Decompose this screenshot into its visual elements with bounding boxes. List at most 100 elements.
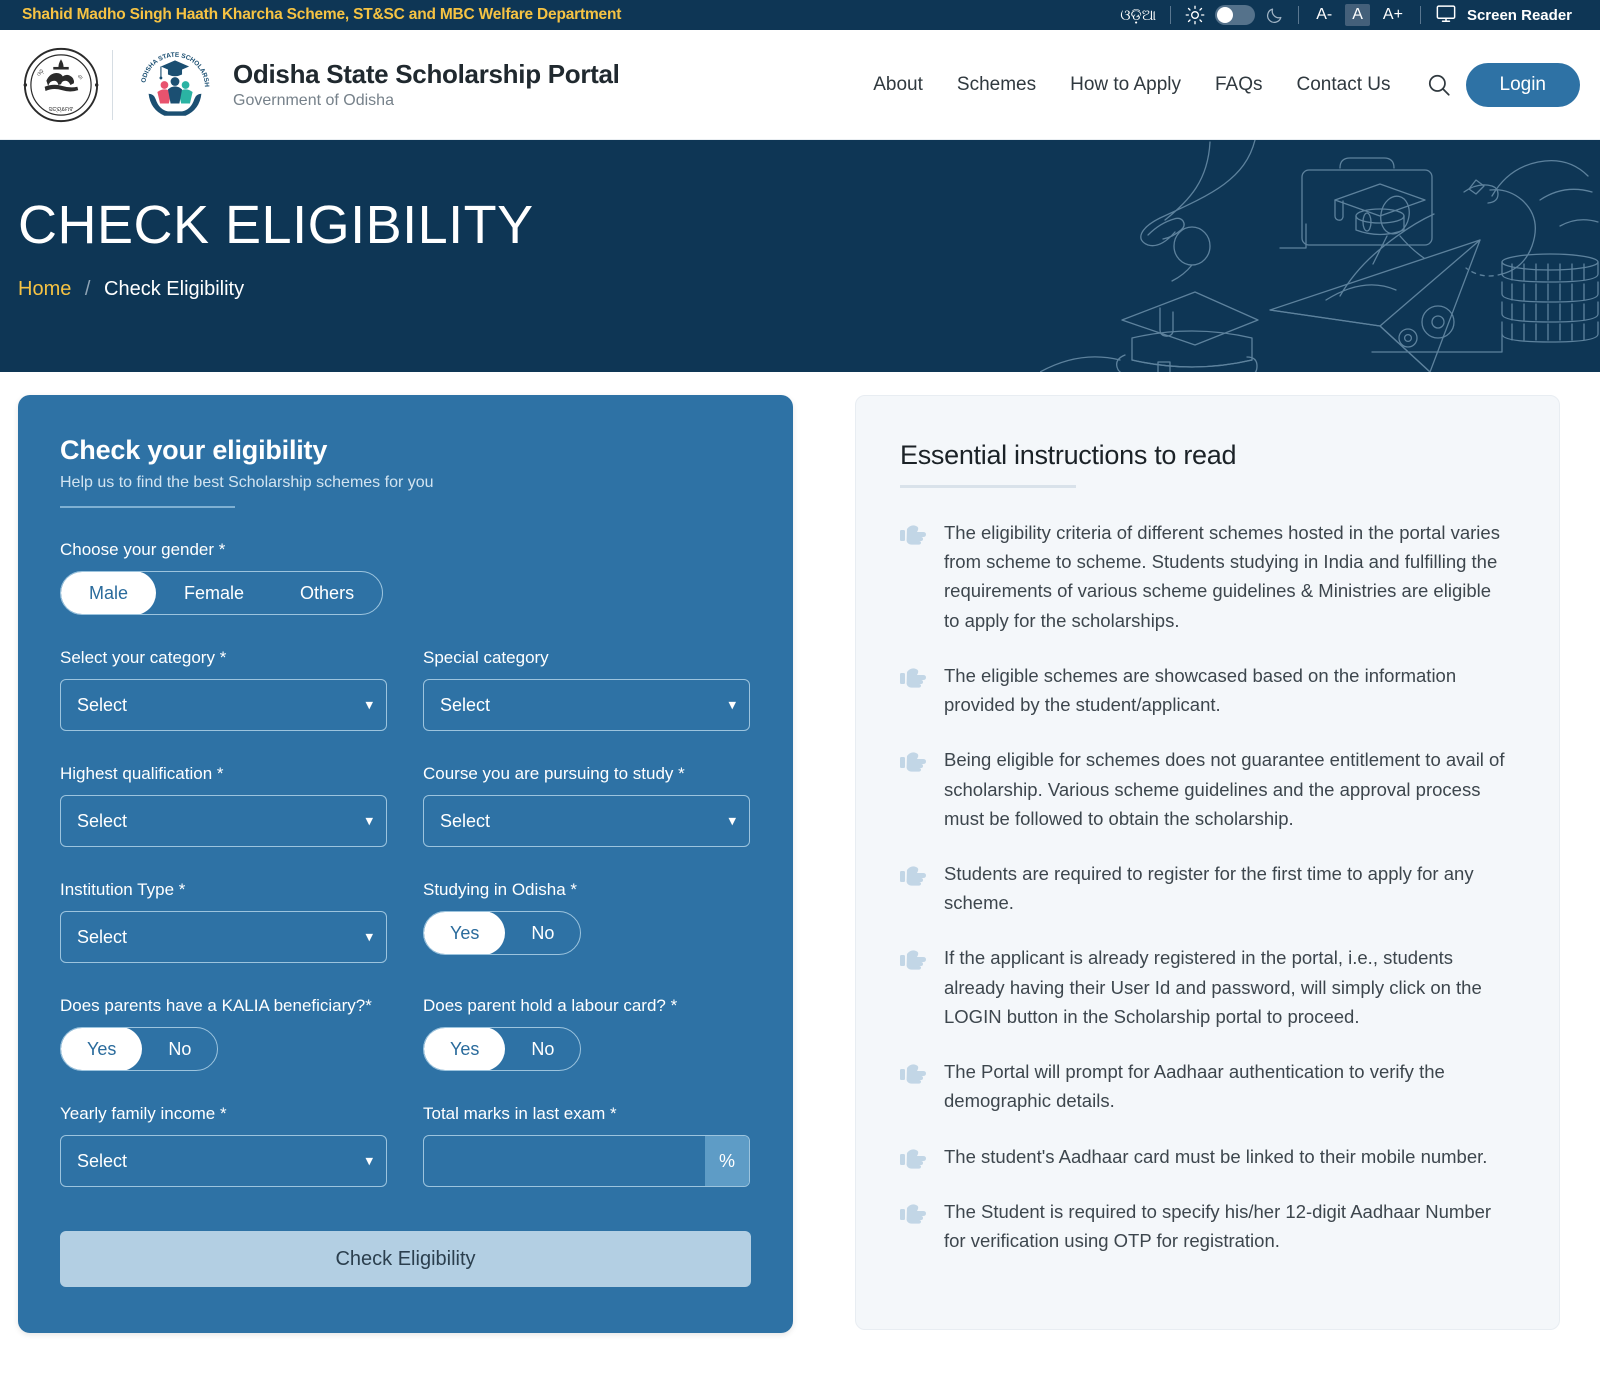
- svg-text:ଓଡ଼ି: ଓଡ଼ି: [35, 67, 45, 77]
- portal-title: Odisha State Scholarship Portal: [233, 59, 620, 89]
- theme-switcher[interactable]: [1171, 5, 1298, 25]
- breadcrumb-home-link[interactable]: Home: [18, 278, 71, 300]
- brand-text: Odisha State Scholarship Portal Governme…: [233, 59, 620, 110]
- studying-in-odisha-option-no[interactable]: No: [505, 912, 580, 954]
- brand-block[interactable]: ସତ୍ୟମେବ ଓଡ଼ି ଶା ODISHA STATE SCHOLARSHIP…: [18, 36, 620, 129]
- form-heading: Check your eligibility: [60, 435, 328, 465]
- special-category-field: Special category Select ▾: [423, 648, 750, 731]
- labour-card-option-yes[interactable]: Yes: [424, 1028, 506, 1070]
- kalia-label: Does parents have a KALIA beneficiary?*: [60, 996, 372, 1015]
- utility-topbar: Shahid Madho Singh Haath Kharcha Scheme,…: [0, 0, 1600, 30]
- screen-reader-link[interactable]: Screen Reader: [1421, 4, 1586, 27]
- list-item: The eligible schemes are showcased based…: [900, 661, 1511, 719]
- list-item: If the applicant is already registered i…: [900, 943, 1511, 1031]
- instruction-text: The eligible schemes are showcased based…: [944, 664, 1457, 716]
- course-select-wrap: Select ▾: [423, 795, 750, 847]
- labour-card-field: Does parent hold a labour card? * Yes No: [423, 996, 750, 1071]
- total-marks-input[interactable]: [424, 1136, 705, 1186]
- highest-qualification-label: Highest qualification *: [60, 764, 224, 783]
- svg-text:ଶା: ଶା: [76, 73, 84, 81]
- labour-card-toggle-group[interactable]: Yes No: [423, 1027, 582, 1071]
- total-marks-field: Total marks in last exam * %: [423, 1104, 750, 1187]
- font-normal-button[interactable]: A: [1345, 4, 1370, 26]
- instructions-title-underline: [900, 485, 1076, 488]
- page-hero-banner: CHECK ELIGIBILITY Home / Check Eligibili…: [0, 140, 1600, 372]
- kalia-toggle-group[interactable]: Yes No: [60, 1027, 219, 1071]
- category-select-wrap: Select ▾: [60, 679, 387, 731]
- list-item: The student's Aadhaar card must be linke…: [900, 1142, 1511, 1171]
- language-odia-label[interactable]: ଓଡ଼ିଆ: [1120, 7, 1156, 24]
- studying-in-odisha-label: Studying in Odisha *: [423, 880, 578, 899]
- total-marks-label: Total marks in last exam *: [423, 1104, 617, 1123]
- breadcrumb: Home / Check Eligibility: [18, 278, 1600, 301]
- instructions-list: The eligibility criteria of different sc…: [900, 518, 1511, 1255]
- yearly-income-field: Yearly family income * Select ▾: [60, 1104, 387, 1187]
- gender-label: Choose your gender *: [60, 540, 226, 559]
- labour-card-option-no[interactable]: No: [505, 1028, 580, 1070]
- instructions-heading: Essential instructions to read: [900, 440, 1237, 470]
- yearly-income-select-wrap: Select ▾: [60, 1135, 387, 1187]
- font-increase-button[interactable]: A+: [1380, 5, 1406, 25]
- search-icon[interactable]: [1408, 72, 1466, 98]
- benefits-row: Does parents have a KALIA beneficiary?* …: [60, 996, 751, 1071]
- scheme-marquee-text: Shahid Madho Singh Haath Kharcha Scheme,…: [22, 6, 622, 23]
- special-category-select[interactable]: Select: [423, 679, 750, 731]
- yearly-income-label: Yearly family income *: [60, 1104, 227, 1123]
- nav-item-faqs[interactable]: FAQs: [1198, 74, 1280, 96]
- gender-option-female[interactable]: Female: [156, 572, 272, 614]
- hero-content: CHECK ELIGIBILITY Home / Check Eligibili…: [0, 140, 1600, 301]
- pointing-hand-icon: [900, 1201, 926, 1225]
- category-label: Select your category *: [60, 648, 227, 667]
- institution-row: Institution Type * Select ▾ Studying in …: [60, 880, 751, 963]
- kalia-option-yes[interactable]: Yes: [61, 1028, 143, 1070]
- studying-in-odisha-field: Studying in Odisha * Yes No: [423, 880, 750, 963]
- nav-item-schemes[interactable]: Schemes: [940, 74, 1053, 96]
- institution-type-select-wrap: Select ▾: [60, 911, 387, 963]
- login-button[interactable]: Login: [1465, 62, 1580, 107]
- main-content: Check your eligibility Help us to find t…: [0, 372, 1600, 1333]
- language-switcher[interactable]: ଓଡ଼ିଆ: [1106, 7, 1170, 24]
- kalia-option-no[interactable]: No: [142, 1028, 217, 1070]
- instruction-text: The student's Aadhaar card must be linke…: [944, 1145, 1488, 1167]
- highest-qualification-select[interactable]: Select: [60, 795, 387, 847]
- gender-toggle-group[interactable]: Male Female Others: [60, 571, 384, 615]
- font-decrease-button[interactable]: A-: [1313, 5, 1335, 25]
- category-row: Select your category * Select ▾ Special …: [60, 648, 751, 731]
- instruction-text: The eligibility criteria of different sc…: [944, 522, 1500, 631]
- check-eligibility-button[interactable]: Check Eligibility: [60, 1231, 751, 1287]
- pointing-hand-icon: [900, 947, 926, 971]
- gender-option-others[interactable]: Others: [272, 572, 382, 614]
- screen-reader-label[interactable]: Screen Reader: [1467, 7, 1572, 24]
- moon-icon[interactable]: [1265, 6, 1284, 25]
- pointing-hand-icon: [900, 1061, 926, 1085]
- odisha-state-emblem-icon: ସତ୍ୟମେବ ଓଡ଼ି ଶା: [18, 41, 104, 129]
- qualification-row: Highest qualification * Select ▾ Course …: [60, 764, 751, 847]
- nav-item-about[interactable]: About: [856, 74, 940, 96]
- brand-divider: [112, 49, 113, 120]
- list-item: The eligibility criteria of different sc…: [900, 518, 1511, 635]
- studying-in-odisha-toggle-group[interactable]: Yes No: [423, 911, 582, 955]
- category-field: Select your category * Select ▾: [60, 648, 387, 731]
- dark-mode-toggle[interactable]: [1215, 5, 1256, 25]
- gender-option-male[interactable]: Male: [61, 572, 157, 614]
- yearly-income-select[interactable]: Select: [60, 1135, 387, 1187]
- highest-qualification-field: Highest qualification * Select ▾: [60, 764, 387, 847]
- labour-card-label: Does parent hold a labour card? *: [423, 996, 678, 1015]
- kalia-field: Does parents have a KALIA beneficiary?* …: [60, 996, 387, 1071]
- studying-in-odisha-option-yes[interactable]: Yes: [424, 912, 506, 954]
- category-select[interactable]: Select: [60, 679, 387, 731]
- topbar-controls: ଓଡ଼ିଆ A- A A+ Screen Reader: [1106, 4, 1586, 27]
- font-size-controls[interactable]: A- A A+: [1299, 4, 1420, 26]
- gender-field: Choose your gender * Male Female Others: [60, 540, 751, 615]
- institution-type-select[interactable]: Select: [60, 911, 387, 963]
- site-header: ସତ୍ୟମେବ ଓଡ଼ି ଶା ODISHA STATE SCHOLARSHIP…: [0, 30, 1600, 140]
- income-marks-row: Yearly family income * Select ▾ Total ma…: [60, 1104, 751, 1187]
- nav-item-contact-us[interactable]: Contact Us: [1280, 74, 1408, 96]
- sun-icon[interactable]: [1185, 5, 1205, 25]
- eligibility-form-card: Check your eligibility Help us to find t…: [18, 395, 793, 1333]
- course-label: Course you are pursuing to study *: [423, 764, 685, 783]
- special-category-select-wrap: Select ▾: [423, 679, 750, 731]
- institution-type-field: Institution Type * Select ▾: [60, 880, 387, 963]
- nav-item-how-to-apply[interactable]: How to Apply: [1053, 74, 1198, 96]
- course-select[interactable]: Select: [423, 795, 750, 847]
